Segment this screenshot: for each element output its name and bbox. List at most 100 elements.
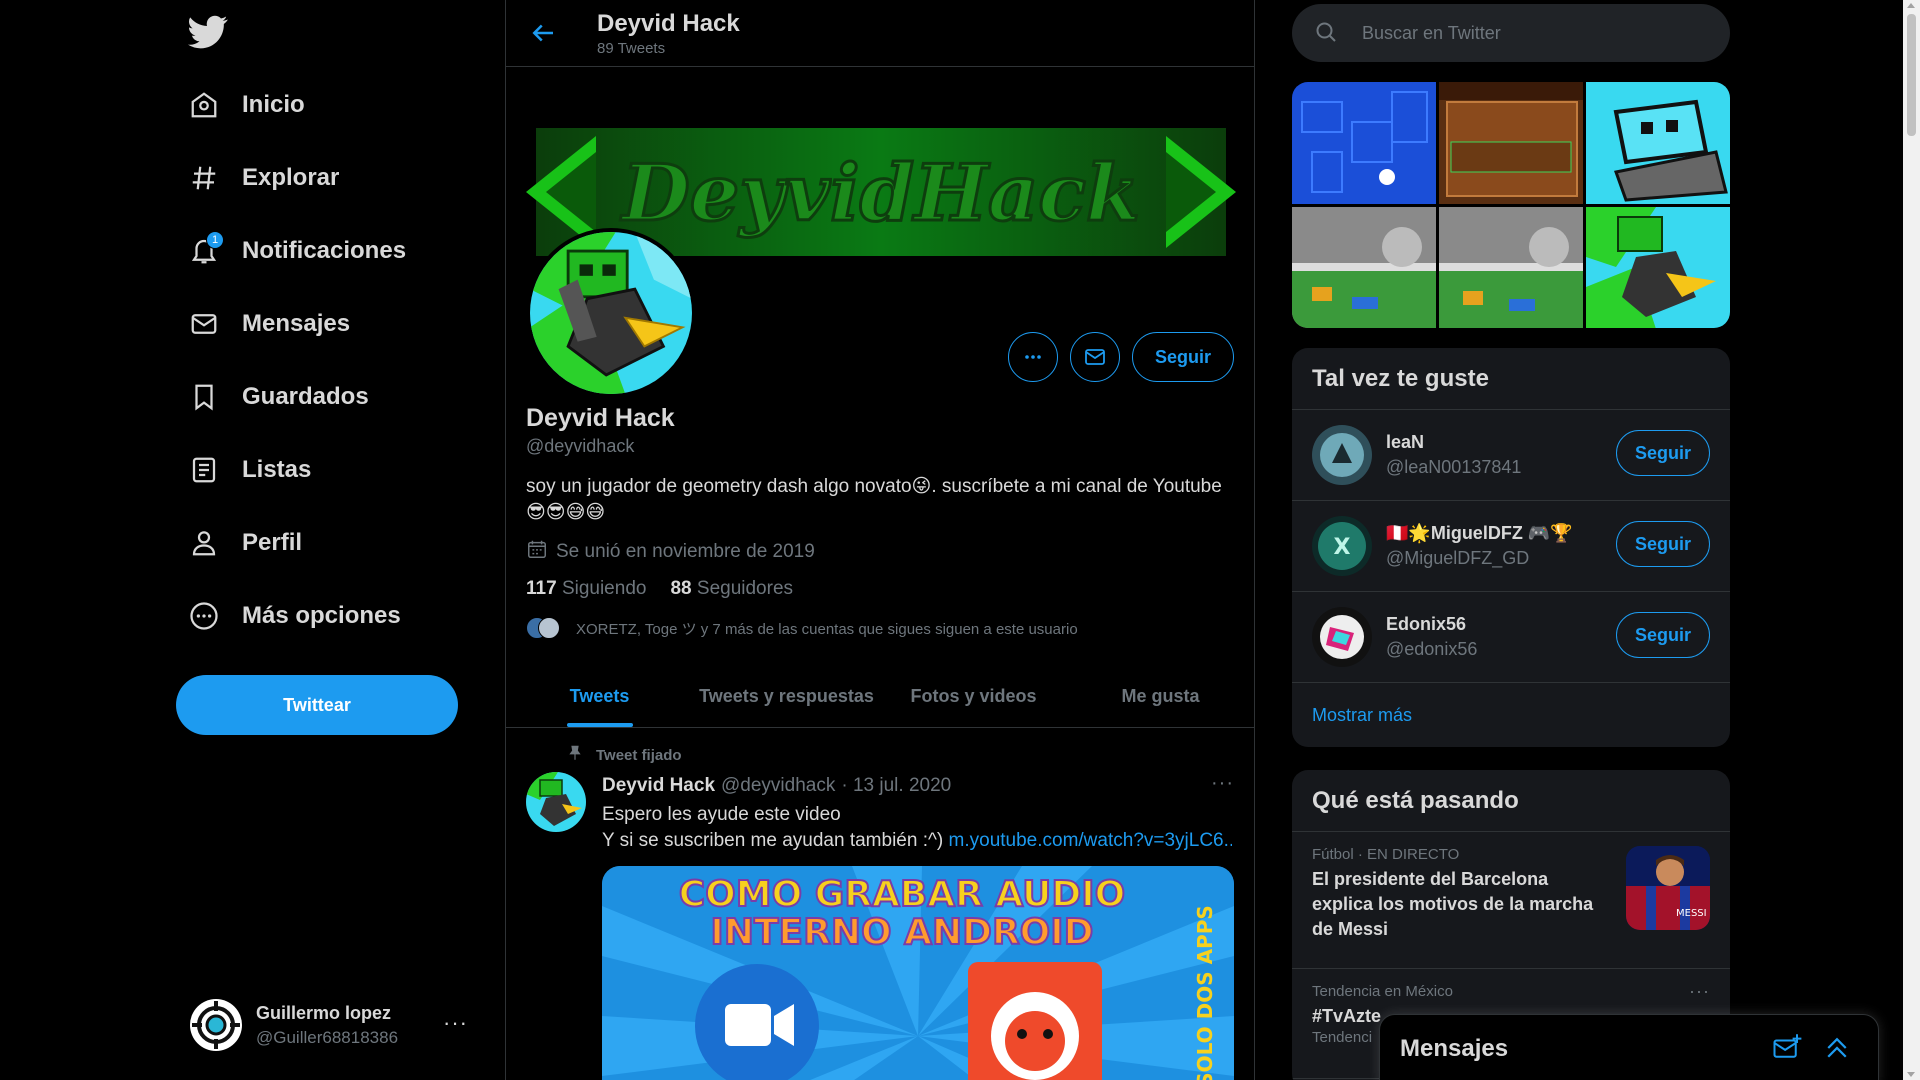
tweet-author-handle: @deyvidhack xyxy=(721,775,836,796)
tweet-media-thumbnail[interactable]: COMO GRABAR AUDIO INTERNO ANDROID SOLO D… xyxy=(602,866,1234,1080)
tweet-avatar[interactable] xyxy=(526,772,586,832)
bookmark-icon xyxy=(188,381,220,413)
home-icon xyxy=(188,89,220,121)
scroll-down-arrow-icon[interactable] xyxy=(1907,1072,1915,1077)
follow-button[interactable]: Seguir xyxy=(1615,430,1710,476)
back-arrow-icon[interactable] xyxy=(528,18,558,48)
profile-media-grid xyxy=(1292,82,1730,328)
svg-text:MESSI: MESSI xyxy=(1676,908,1707,919)
mutual-followers[interactable]: XORETZ, Toge ツ y 7 más de las cuentas qu… xyxy=(526,616,1078,640)
media-tile[interactable] xyxy=(1586,82,1730,204)
sidebar-right: Tal vez te guste leaN @leaN00137841 Segu… xyxy=(1292,0,1732,1080)
nav-label: Inicio xyxy=(242,91,305,118)
tweet-header: Deyvid Hack @deyvidhack · 13 jul. 2020 xyxy=(602,775,951,797)
media-tile[interactable] xyxy=(1292,206,1436,328)
following-link[interactable]: 117 Siguiendo xyxy=(526,578,646,600)
tab-me-gusta[interactable]: Me gusta xyxy=(1067,666,1254,727)
more-options-button[interactable] xyxy=(1007,332,1058,382)
tweet-link[interactable]: m.youtube.com/watch?v=3yjLC6... xyxy=(949,830,1232,851)
suggestion-name: 🇵🇪🌟MiguelDFZ 🎮🏆 xyxy=(1386,523,1573,543)
media-tile[interactable] xyxy=(1439,206,1583,328)
profile-avatar[interactable] xyxy=(526,228,696,398)
nav-label: Perfil xyxy=(242,529,303,556)
search-bar[interactable] xyxy=(1292,4,1730,62)
tweet-line: Espero les ayude este video xyxy=(602,804,841,825)
nav-label: Mensajes xyxy=(242,310,351,337)
scroll-up-arrow-icon[interactable] xyxy=(1907,3,1915,8)
followers-link[interactable]: 88 Seguidores xyxy=(670,578,793,600)
media-tile[interactable] xyxy=(1292,82,1436,204)
avatar xyxy=(1312,607,1372,667)
nav-item-explorar[interactable]: Explorar xyxy=(176,148,339,208)
new-message-icon[interactable] xyxy=(1772,1033,1804,1065)
tweet-text: Espero les ayude este video Y si se susc… xyxy=(602,802,1232,854)
profile-column: Deyvid Hack 89 Tweets DeyvidHack Seguir … xyxy=(505,0,1255,1080)
panel-title: Tal vez te guste xyxy=(1292,348,1730,410)
who-to-follow-panel: Tal vez te guste leaN @leaN00137841 Segu… xyxy=(1292,348,1730,747)
messages-drawer[interactable]: Mensajes xyxy=(1379,1014,1879,1080)
media-tile[interactable] xyxy=(1439,82,1583,204)
nav-item-mas-opciones[interactable]: Más opciones xyxy=(176,586,401,646)
tweet-author-name[interactable]: Deyvid Hack xyxy=(602,775,715,797)
media-tile[interactable] xyxy=(1586,206,1730,328)
following-label: Siguiendo xyxy=(561,578,647,599)
profile-stats: 117 Siguiendo 88 Seguidores xyxy=(526,578,793,600)
suggestion-handle: @edonix56 xyxy=(1386,639,1478,659)
search-input[interactable] xyxy=(1362,22,1702,44)
suggestion-item[interactable]: Edonix56 @edonix56 Seguir xyxy=(1292,592,1730,683)
tweet-date[interactable]: · 13 jul. 2020 xyxy=(841,775,951,797)
suggestion-item[interactable]: X 🇵🇪🌟MiguelDFZ 🎮🏆 @MiguelDFZ_GD Seguir xyxy=(1292,501,1730,592)
profile-bio: soy un jugador de geometry dash algo nov… xyxy=(526,474,1236,526)
tab-tweets[interactable]: Tweets xyxy=(506,666,693,727)
media-side-text: SOLO DOS APPS xyxy=(1193,905,1217,1080)
profile-actions: Seguir xyxy=(1007,332,1234,382)
list-icon xyxy=(188,454,220,486)
pinned-text: Tweet fijado xyxy=(596,746,682,764)
nav-item-notificaciones[interactable]: 1 Notificaciones xyxy=(176,221,406,281)
twitter-logo-icon[interactable] xyxy=(188,12,228,52)
tweet-more-icon[interactable]: ··· xyxy=(1211,772,1234,795)
follow-button[interactable]: Seguir xyxy=(1131,332,1234,382)
nav-item-guardados[interactable]: Guardados xyxy=(176,367,369,427)
more-icon[interactable]: ··· xyxy=(1689,981,1710,1002)
notification-badge: 1 xyxy=(206,231,224,249)
messages-drawer-title: Mensajes xyxy=(1400,1035,1509,1062)
nav-item-perfil[interactable]: Perfil xyxy=(176,513,302,573)
tab-tweets-y-respuestas[interactable]: Tweets y respuestas xyxy=(693,666,880,727)
profile-handle: @deyvidhack xyxy=(526,436,635,456)
expand-chevron-icon[interactable] xyxy=(1822,1033,1854,1065)
followers-label: Seguidores xyxy=(696,578,794,599)
followers-count: 88 xyxy=(670,578,692,599)
account-switcher[interactable]: Guillermo lopez @Guiller68818386 ··· xyxy=(176,990,476,1060)
scrollbar-thumb[interactable] xyxy=(1907,14,1916,136)
joined-text: Se unió en noviembre de 2019 xyxy=(556,541,815,562)
nav-item-inicio[interactable]: Inicio xyxy=(176,75,305,135)
nav-item-listas[interactable]: Listas xyxy=(176,440,311,500)
follow-button[interactable]: Seguir xyxy=(1615,612,1710,658)
mail-icon xyxy=(188,308,220,340)
calendar-icon xyxy=(526,538,548,566)
account-handle: @Guiller68818386 xyxy=(256,1027,399,1047)
nav-label: Explorar xyxy=(242,164,340,191)
show-more-link[interactable]: Mostrar más xyxy=(1292,683,1730,747)
nav-label: Listas xyxy=(242,456,312,483)
left-navigation: Inicio Explorar 1 Notificaciones Mensaje… xyxy=(176,0,467,1080)
tweet-button[interactable]: Twittear xyxy=(176,675,458,735)
trend-item[interactable]: Fútbol · EN DIRECTO El presidente del Ba… xyxy=(1292,832,1730,969)
mutual-text: XORETZ, Toge ツ y 7 más de las cuentas qu… xyxy=(576,620,1078,638)
nav-item-mensajes[interactable]: Mensajes xyxy=(176,294,350,354)
profile-tabs: Tweets Tweets y respuestas Fotos y video… xyxy=(506,666,1254,728)
suggestion-item[interactable]: leaN @leaN00137841 Seguir xyxy=(1292,410,1730,501)
tab-fotos-y-videos[interactable]: Fotos y videos xyxy=(880,666,1067,727)
follow-button[interactable]: Seguir xyxy=(1615,521,1710,567)
profile-name: Deyvid Hack xyxy=(526,404,675,432)
nav-label: Guardados xyxy=(242,383,369,410)
panel-title: Qué está pasando xyxy=(1292,770,1730,832)
more-circle-icon xyxy=(188,600,220,632)
suggestion-handle: @MiguelDFZ_GD xyxy=(1386,548,1530,568)
message-button[interactable] xyxy=(1069,332,1120,382)
page-scrollbar[interactable] xyxy=(1903,0,1920,1080)
pin-icon xyxy=(566,744,584,766)
avatar xyxy=(190,999,242,1051)
svg-text:X: X xyxy=(1334,535,1351,560)
